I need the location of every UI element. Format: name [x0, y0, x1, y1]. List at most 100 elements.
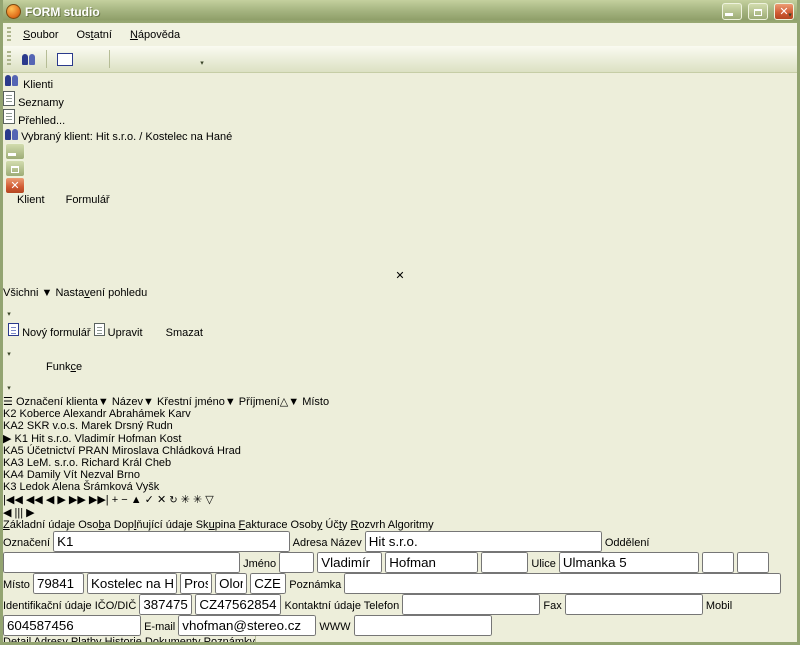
inner-minimize-button[interactable]: [5, 143, 25, 160]
cell[interactable]: KA2: [3, 420, 24, 432]
calculator-button[interactable]: [52, 48, 77, 71]
sidebar-item-prehled[interactable]: Přehled...: [3, 109, 797, 127]
nav-prior-page-button[interactable]: ◀◀: [26, 494, 43, 506]
toolbar-overflow-chevron[interactable]: ▾: [3, 299, 15, 321]
jmeno-field[interactable]: [317, 552, 382, 573]
menu-napoveda[interactable]: Nápověda: [121, 26, 189, 44]
table-row[interactable]: KA5 Účetnictví PRAN Miroslava Chládková …: [3, 445, 797, 457]
column-header-prijmeni[interactable]: Příjmení△▼: [239, 396, 299, 408]
cell[interactable]: Hofman: [118, 433, 157, 445]
cell[interactable]: Král: [122, 457, 142, 469]
tab-osoba[interactable]: Osoba: [78, 519, 110, 531]
scroll-thumb[interactable]: |||: [15, 507, 24, 519]
cell[interactable]: Brno: [117, 469, 140, 481]
cell[interactable]: Miroslava: [112, 445, 159, 457]
chevron-down-icon[interactable]: ▼: [288, 396, 299, 408]
ico-field[interactable]: [139, 594, 192, 615]
tab-historie[interactable]: Historie: [105, 636, 142, 645]
table-row[interactable]: KA2 SKR v.o.s. Marek Drsný Rudn: [3, 420, 797, 432]
menu-soubor[interactable]: Soubor: [14, 26, 67, 44]
cell[interactable]: Abrahámek: [109, 408, 165, 420]
nav-last-button[interactable]: ▶▶|: [89, 494, 109, 506]
toolbar-overflow-chevron[interactable]: ▾: [3, 373, 15, 395]
titul2-field[interactable]: [481, 552, 528, 573]
menu-formular[interactable]: Formulář: [57, 191, 119, 209]
telefon-field[interactable]: [402, 594, 540, 615]
cell[interactable]: Alena: [52, 481, 80, 493]
scroll-right-icon[interactable]: ▶: [26, 507, 34, 519]
column-header-misto[interactable]: Místo: [302, 396, 329, 408]
copy-button[interactable]: [142, 48, 167, 71]
cell[interactable]: KA5: [3, 445, 24, 457]
cell[interactable]: Ledok: [20, 481, 50, 493]
table-row[interactable]: KA3 LeM. s.r.o. Richard Král Cheb: [3, 457, 797, 469]
poznamka-field[interactable]: [344, 573, 781, 594]
toolbar-grip[interactable]: [7, 27, 11, 43]
tab-ucty[interactable]: Účty: [325, 519, 347, 531]
tab-poznamky[interactable]: Poznámky: [204, 636, 256, 645]
sidebar-item-klienti[interactable]: Klienti: [3, 73, 797, 91]
cell[interactable]: KA3: [3, 457, 24, 469]
list-button[interactable]: [169, 48, 194, 71]
nav-bookmark-button[interactable]: ✳: [181, 494, 190, 506]
cell[interactable]: K3: [3, 481, 16, 493]
scroll-left-icon[interactable]: ◀: [3, 507, 11, 519]
tab-algoritmy[interactable]: Algoritmy: [388, 519, 434, 531]
www-field[interactable]: [354, 615, 492, 636]
toolbar-grip[interactable]: [7, 51, 11, 67]
column-header-nazev[interactable]: Název▼: [112, 396, 154, 408]
tab-adresy[interactable]: Adresy: [34, 636, 68, 645]
oznaceni-field[interactable]: [53, 531, 290, 552]
tab-platby[interactable]: Platby: [71, 636, 102, 645]
tab-fakturace[interactable]: Fakturace: [239, 519, 288, 531]
nav-prior-button[interactable]: ◀: [46, 494, 54, 506]
cell[interactable]: Účetnictví PRAN: [27, 445, 109, 457]
nav-first-button[interactable]: |◀◀: [3, 494, 23, 506]
inner-close-button[interactable]: ✕: [5, 177, 25, 194]
functions-button[interactable]: Funkce: [46, 361, 82, 373]
clients-button[interactable]: [16, 48, 41, 71]
cell[interactable]: Karv: [168, 408, 191, 420]
menu-overflow-chevron[interactable]: ▾: [784, 0, 796, 22]
tab-zakladni-udaje[interactable]: Základní údaje: [3, 519, 75, 531]
kraj-field[interactable]: [215, 573, 247, 594]
maximize-button[interactable]: [748, 3, 768, 20]
inner-maximize-button[interactable]: [5, 160, 25, 177]
menu-ostatni[interactable]: Ostatní: [67, 26, 120, 44]
nav-goto-bookmark-button[interactable]: ✳: [193, 494, 202, 506]
cell[interactable]: SKR v.o.s.: [27, 420, 78, 432]
oddeleni-field[interactable]: [3, 552, 240, 573]
table-row-selected[interactable]: ▶ K1 Hit s.r.o. Vladimír Hofman Kost: [3, 432, 797, 445]
cell[interactable]: Richard: [81, 457, 119, 469]
filter-combobox[interactable]: Všichni ▼: [3, 287, 55, 299]
cell[interactable]: Nezval: [80, 469, 114, 481]
fax-field[interactable]: [565, 594, 703, 615]
misto-field[interactable]: [87, 573, 177, 594]
nav-edit-button[interactable]: ▲: [131, 494, 142, 506]
cell[interactable]: Koberce: [20, 408, 61, 420]
cell[interactable]: Vladimír: [74, 433, 114, 445]
cell[interactable]: Damily: [27, 469, 61, 481]
chevron-down-icon[interactable]: ▼: [98, 396, 109, 408]
psc-field[interactable]: [33, 573, 84, 594]
delete-client-button[interactable]: ✕: [3, 264, 797, 287]
mobil-field[interactable]: [3, 615, 141, 636]
www-link-label[interactable]: WWW: [319, 621, 350, 633]
table-horizontal-scrollbar[interactable]: ◀ ||| ▶: [3, 506, 797, 519]
tab-osoby[interactable]: Osoby: [291, 519, 323, 531]
prijmeni-field[interactable]: [385, 552, 478, 573]
titul-field[interactable]: [279, 552, 314, 573]
chevron-down-icon[interactable]: ▼: [225, 396, 236, 408]
forms-button[interactable]: [79, 48, 104, 71]
cell[interactable]: LeM. s.r.o.: [27, 457, 78, 469]
cell[interactable]: Hit s.r.o.: [31, 433, 71, 445]
dic-field[interactable]: [195, 594, 281, 615]
stat-field[interactable]: [250, 573, 286, 594]
cell[interactable]: Vyšk: [136, 481, 159, 493]
tab-skupina[interactable]: Skupina: [196, 519, 236, 531]
new-form-button[interactable]: Nový formulář: [8, 327, 94, 339]
cell[interactable]: Drsný: [115, 420, 144, 432]
tab-rozvrh[interactable]: Rozvrh: [350, 519, 385, 531]
column-header-oznaceni[interactable]: Označení klienta▼: [16, 396, 109, 408]
cell[interactable]: KA4: [3, 469, 24, 481]
